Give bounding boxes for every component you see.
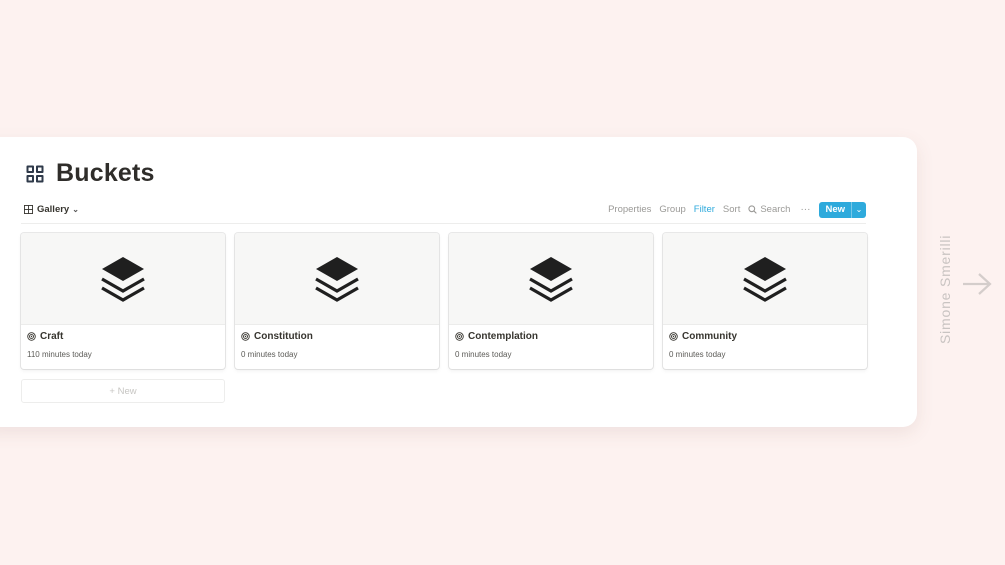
gallery-view-icon	[24, 205, 33, 214]
gallery-card[interactable]: Constitution 0 minutes today	[235, 233, 439, 369]
more-options-button[interactable]: ···	[800, 204, 810, 215]
target-icon	[27, 332, 36, 341]
card-title-text: Community	[682, 331, 737, 342]
toolbar-divider	[21, 223, 866, 224]
card-cover	[235, 233, 439, 325]
gallery-card[interactable]: Community 0 minutes today	[663, 233, 867, 369]
author-credit: Simone Smerilli	[937, 234, 953, 344]
target-icon	[455, 332, 464, 341]
gallery-grid-icon	[26, 165, 44, 182]
card-title-text: Craft	[40, 331, 64, 342]
group-button[interactable]: Group	[659, 204, 685, 215]
notion-panel: Buckets Gallery ⌄ Properties Group Filte…	[0, 137, 917, 427]
card-title-text: Constitution	[254, 331, 313, 342]
properties-button[interactable]: Properties	[608, 204, 651, 215]
add-new-label: + New	[109, 385, 137, 397]
card-subtitle: 0 minutes today	[455, 350, 512, 359]
card-title: Community	[669, 331, 737, 342]
card-cover	[449, 233, 653, 325]
new-button-group: New ⌄	[819, 201, 866, 218]
search-icon	[748, 205, 758, 214]
stack-layers-icon	[743, 256, 787, 302]
view-switcher-label: Gallery	[37, 204, 70, 215]
card-title: Constitution	[241, 331, 313, 342]
card-subtitle: 0 minutes today	[241, 350, 298, 359]
view-toolbar: Gallery ⌄ Properties Group Filter Sort S…	[24, 201, 866, 218]
card-cover	[21, 233, 225, 325]
chevron-down-icon: ⌄	[855, 205, 863, 214]
stack-layers-icon	[315, 256, 359, 302]
search-button[interactable]: Search	[748, 204, 790, 215]
stack-layers-icon	[101, 256, 145, 302]
card-subtitle: 110 minutes today	[27, 350, 92, 359]
card-subtitle: 0 minutes today	[669, 350, 726, 359]
chevron-down-icon: ⌄	[72, 205, 79, 214]
card-title: Craft	[27, 331, 63, 342]
new-dropdown-button[interactable]: ⌄	[851, 201, 866, 218]
add-new-card-button[interactable]: + New	[21, 379, 225, 403]
page-title: Buckets	[56, 159, 155, 187]
view-switcher[interactable]: Gallery ⌄	[24, 204, 79, 215]
sort-button[interactable]: Sort	[723, 204, 740, 215]
search-label: Search	[760, 204, 791, 215]
arrow-right-icon[interactable]	[962, 272, 992, 296]
filter-button[interactable]: Filter	[694, 204, 715, 215]
page-header: Buckets	[26, 159, 155, 188]
card-cover	[663, 233, 867, 325]
target-icon	[669, 332, 678, 341]
new-button[interactable]: New	[819, 202, 851, 218]
target-icon	[241, 332, 250, 341]
stack-layers-icon	[529, 256, 573, 302]
card-title: Contemplation	[455, 331, 538, 342]
gallery-card[interactable]: Contemplation 0 minutes today	[449, 233, 653, 369]
card-title-text: Contemplation	[468, 331, 538, 342]
gallery-card[interactable]: Craft 110 minutes today	[21, 233, 225, 369]
